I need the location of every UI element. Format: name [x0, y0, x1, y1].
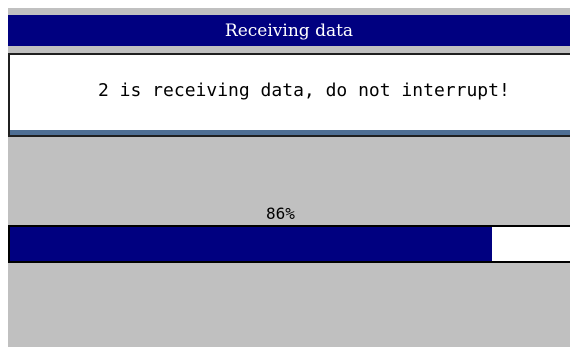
progress-bar [8, 225, 570, 263]
progress-bar-fill [10, 227, 492, 261]
dialog-title-bar: Receiving data [8, 15, 570, 46]
message-box: 2 is receiving data, do not interrupt! [8, 53, 570, 137]
dialog-title: Receiving data [224, 20, 354, 41]
progress-percent-label: 86% [266, 204, 295, 223]
receiving-data-dialog: Receiving data 2 is receiving data, do n… [8, 8, 570, 347]
status-message: 2 is receiving data, do not interrupt! [98, 80, 510, 101]
